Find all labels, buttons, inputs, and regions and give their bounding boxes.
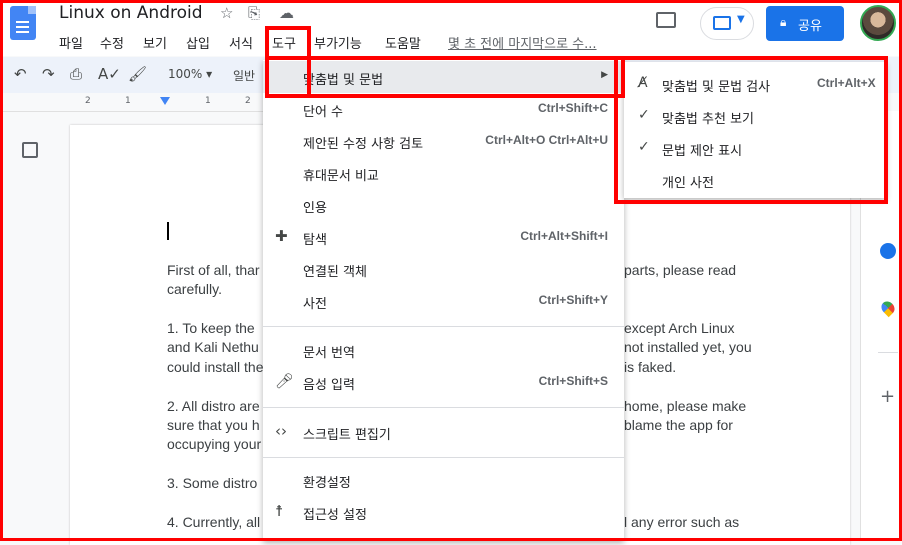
annotation-submenu-highlight	[614, 56, 888, 204]
annotation-spelling-item-highlight	[265, 56, 625, 98]
